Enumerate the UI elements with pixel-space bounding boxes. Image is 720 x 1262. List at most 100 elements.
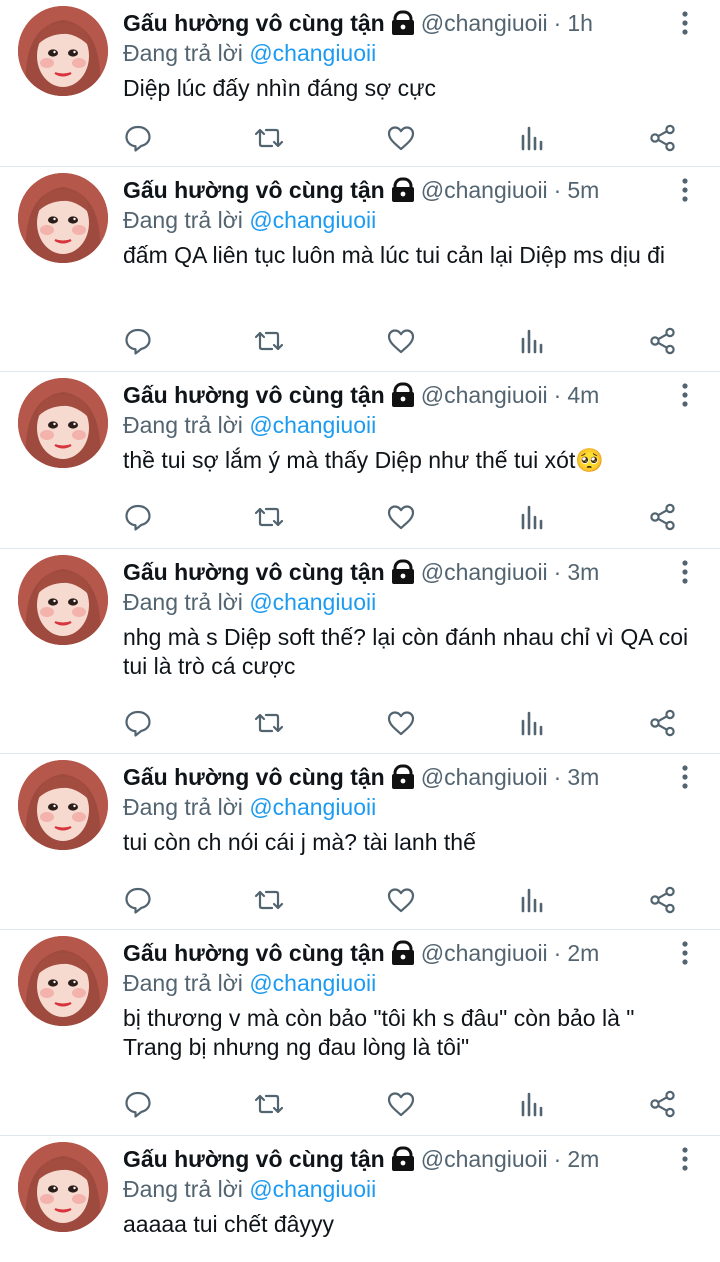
replying-to: Đang trả lời @changiuoii: [123, 205, 376, 235]
username[interactable]: @changiuoii: [421, 762, 548, 792]
views-icon[interactable]: [517, 708, 547, 738]
replying-to: Đang trả lời @changiuoii: [123, 1174, 376, 1204]
mention-link[interactable]: @changiuoii: [249, 794, 376, 820]
tweet-header: Gấu hường vô cùng tận @changiuoii · 2m: [123, 1144, 599, 1174]
tweet-actions: [123, 326, 683, 358]
more-vertical-icon[interactable]: [678, 382, 692, 408]
more-vertical-icon[interactable]: [678, 559, 692, 585]
timestamp[interactable]: 2m: [567, 938, 599, 968]
share-icon[interactable]: [648, 502, 678, 532]
more-vertical-icon[interactable]: [678, 1146, 692, 1172]
reply-icon[interactable]: [123, 326, 153, 356]
like-icon[interactable]: [386, 1089, 416, 1119]
replying-to: Đang trả lời @changiuoii: [123, 38, 376, 68]
retweet-icon[interactable]: [253, 708, 284, 738]
like-icon[interactable]: [386, 708, 416, 738]
mention-link[interactable]: @changiuoii: [249, 207, 376, 233]
retweet-icon[interactable]: [253, 326, 284, 356]
reply-icon[interactable]: [123, 123, 153, 153]
avatar[interactable]: [18, 1142, 108, 1232]
username[interactable]: @changiuoii: [421, 8, 548, 38]
display-name[interactable]: Gấu hường vô cùng tận: [123, 8, 385, 38]
share-icon[interactable]: [648, 1089, 678, 1119]
more-vertical-icon[interactable]: [678, 940, 692, 966]
reply-icon[interactable]: [123, 1089, 153, 1119]
more-vertical-icon[interactable]: [678, 177, 692, 203]
views-icon[interactable]: [517, 885, 547, 915]
tweet[interactable]: Gấu hường vô cùng tận @changiuoii · 5m Đang …: [0, 167, 720, 372]
tweet-header: Gấu hường vô cùng tận @changiuoii · 2m: [123, 938, 599, 968]
mention-link[interactable]: @changiuoii: [249, 1176, 376, 1202]
share-icon[interactable]: [648, 885, 678, 915]
timestamp[interactable]: 3m: [567, 762, 599, 792]
share-icon[interactable]: [648, 123, 678, 153]
like-icon[interactable]: [386, 502, 416, 532]
retweet-icon[interactable]: [253, 1089, 284, 1119]
display-name[interactable]: Gấu hường vô cùng tận: [123, 380, 385, 410]
display-name[interactable]: Gấu hường vô cùng tận: [123, 762, 385, 792]
avatar[interactable]: [18, 6, 108, 96]
lock-icon: [391, 940, 415, 966]
avatar[interactable]: [18, 936, 108, 1026]
tweet[interactable]: Gấu hường vô cùng tận @changiuoii · 1h Đang …: [0, 0, 720, 167]
replying-to-label: Đang trả lời: [123, 970, 243, 996]
more-vertical-icon[interactable]: [678, 10, 692, 36]
views-icon[interactable]: [517, 326, 547, 356]
avatar[interactable]: [18, 555, 108, 645]
timestamp[interactable]: 4m: [567, 380, 599, 410]
views-icon[interactable]: [517, 123, 547, 153]
retweet-icon[interactable]: [253, 502, 284, 532]
mention-link[interactable]: @changiuoii: [249, 970, 376, 996]
share-icon[interactable]: [648, 708, 678, 738]
like-icon[interactable]: [386, 885, 416, 915]
lock-icon: [391, 382, 415, 408]
replying-to-label: Đang trả lời: [123, 40, 243, 66]
replying-to: Đang trả lời @changiuoii: [123, 792, 376, 822]
lock-icon: [391, 559, 415, 585]
username[interactable]: @changiuoii: [421, 1144, 548, 1174]
avatar[interactable]: [18, 173, 108, 263]
tweet-header: Gấu hường vô cùng tận @changiuoii · 1h: [123, 8, 593, 38]
like-icon[interactable]: [386, 123, 416, 153]
separator: ·: [553, 1146, 562, 1172]
username[interactable]: @changiuoii: [421, 380, 548, 410]
display-name[interactable]: Gấu hường vô cùng tận: [123, 175, 385, 205]
tweet[interactable]: Gấu hường vô cùng tận @changiuoii · 4m Đang …: [0, 372, 720, 549]
replying-to-label: Đang trả lời: [123, 1176, 243, 1202]
tweet[interactable]: Gấu hường vô cùng tận @changiuoii · 3m Đang …: [0, 754, 720, 930]
avatar[interactable]: [18, 378, 108, 468]
replying-to-label: Đang trả lời: [123, 794, 243, 820]
tweet-text: thề tui sợ lắm ý mà thấy Diệp như thế tu…: [123, 447, 604, 473]
lock-icon: [391, 177, 415, 203]
tweet[interactable]: Gấu hường vô cùng tận @changiuoii · 2m Đang …: [0, 930, 720, 1136]
tweet[interactable]: Gấu hường vô cùng tận @changiuoii · 2m Đang …: [0, 1136, 720, 1262]
display-name[interactable]: Gấu hường vô cùng tận: [123, 557, 385, 587]
views-icon[interactable]: [517, 502, 547, 532]
timestamp[interactable]: 1h: [567, 8, 593, 38]
reply-icon[interactable]: [123, 885, 153, 915]
retweet-icon[interactable]: [253, 885, 284, 915]
mention-link[interactable]: @changiuoii: [249, 40, 376, 66]
username[interactable]: @changiuoii: [421, 557, 548, 587]
tweet-text: tui còn ch nói cái j mà? tài lanh thế: [123, 829, 476, 855]
retweet-icon[interactable]: [253, 123, 284, 153]
username[interactable]: @changiuoii: [421, 938, 548, 968]
reply-icon[interactable]: [123, 708, 153, 738]
mention-link[interactable]: @changiuoii: [249, 412, 376, 438]
tweet[interactable]: Gấu hường vô cùng tận @changiuoii · 3m Đang …: [0, 549, 720, 754]
mention-link[interactable]: @changiuoii: [249, 589, 376, 615]
tweet-header: Gấu hường vô cùng tận @changiuoii · 3m: [123, 762, 599, 792]
more-vertical-icon[interactable]: [678, 764, 692, 790]
display-name[interactable]: Gấu hường vô cùng tận: [123, 1144, 385, 1174]
views-icon[interactable]: [517, 1089, 547, 1119]
username[interactable]: @changiuoii: [421, 175, 548, 205]
tweet-feed: Gấu hường vô cùng tận @changiuoii · 1h Đang …: [0, 0, 720, 1262]
timestamp[interactable]: 2m: [567, 1144, 599, 1174]
avatar[interactable]: [18, 760, 108, 850]
display-name[interactable]: Gấu hường vô cùng tận: [123, 938, 385, 968]
timestamp[interactable]: 5m: [567, 175, 599, 205]
like-icon[interactable]: [386, 326, 416, 356]
share-icon[interactable]: [648, 326, 678, 356]
timestamp[interactable]: 3m: [567, 557, 599, 587]
reply-icon[interactable]: [123, 502, 153, 532]
